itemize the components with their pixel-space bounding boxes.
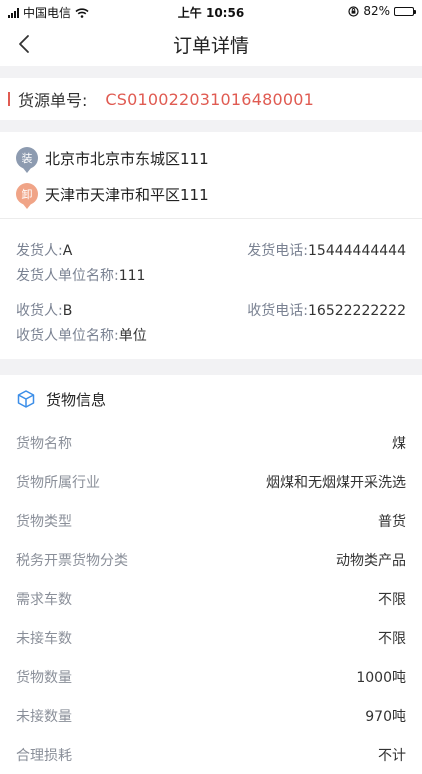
sender-name-field: 发货人:A: [16, 240, 72, 260]
goods-row-label: 货物类型: [16, 513, 72, 530]
goods-row: 合理损耗 不计: [0, 735, 422, 774]
goods-row-label: 货物名称: [16, 435, 72, 452]
receiver-phone-label: 收货电话:: [247, 302, 309, 319]
goods-row: 货物类型 普货: [0, 501, 422, 540]
status-right: 82%: [348, 4, 416, 18]
receiver-name-label: 收货人:: [16, 302, 63, 319]
receiver-unit-label: 收货人单位名称:: [16, 327, 119, 344]
goods-row-value: 普货: [378, 513, 406, 530]
battery-icon: [394, 6, 416, 16]
receiver-name-field: 收货人:B: [16, 300, 72, 320]
goods-row-value: 煤: [392, 435, 406, 452]
receiver-row: 收货人:B 收货电话:16522222222: [16, 297, 406, 322]
load-address: 北京市北京市东城区111: [45, 149, 209, 168]
unload-address: 天津市天津市和平区111: [45, 185, 209, 204]
battery-percent: 82%: [363, 4, 390, 18]
order-number-label: 货源单号:: [18, 91, 88, 110]
sender-phone: 15444444444: [308, 242, 406, 259]
goods-row-label: 合理损耗: [16, 747, 72, 764]
section-gap: [0, 66, 422, 78]
sender-unit: 111: [118, 267, 146, 284]
goods-row: 货物数量 1000吨: [0, 657, 422, 696]
goods-section: 货物信息 货物名称 煤货物所属行业 烟煤和无烟煤开采洗选货物类型 普货税务开票货物分类…: [0, 375, 422, 774]
goods-row: 未接车数 不限: [0, 618, 422, 657]
party-spacer: [16, 287, 406, 297]
goods-row-value: 动物类产品: [336, 552, 406, 569]
load-address-row: 装 北京市北京市东城区111: [16, 140, 422, 176]
goods-row-value: 不限: [378, 591, 406, 608]
orientation-lock-icon: [348, 5, 359, 17]
unload-address-row: 卸 天津市天津市和平区111: [16, 176, 422, 212]
sender-row: 发货人:A 发货电话:15444444444: [16, 237, 406, 262]
goods-row-label: 未接数量: [16, 708, 72, 725]
party-section: 发货人:A 发货电话:15444444444 发货人单位名称:111 收货人:B…: [0, 219, 422, 359]
unload-marker-icon: 卸: [16, 183, 38, 209]
receiver-phone: 16522222222: [308, 302, 406, 319]
goods-row-label: 税务开票货物分类: [16, 552, 128, 569]
goods-title: 货物信息: [46, 390, 107, 409]
goods-row: 未接数量 970吨: [0, 696, 422, 735]
page-title: 订单详情: [172, 34, 249, 57]
goods-row-label: 货物所属行业: [16, 474, 100, 491]
address-section: 装 北京市北京市东城区111 卸 天津市天津市和平区111: [0, 132, 422, 219]
section-gap: [0, 359, 422, 375]
goods-row-value: 1000吨: [356, 669, 406, 686]
goods-row: 货物所属行业 烟煤和无烟煤开采洗选: [0, 462, 422, 501]
sender-phone-label: 发货电话:: [247, 242, 309, 259]
goods-row-value: 970吨: [365, 708, 406, 725]
goods-row: 需求车数 不限: [0, 579, 422, 618]
section-gap: [0, 120, 422, 132]
sender-name-label: 发货人:: [16, 242, 63, 259]
goods-header: 货物信息: [0, 375, 422, 423]
box-icon: [17, 390, 35, 408]
load-marker-icon: 装: [16, 147, 38, 173]
goods-row: 货物名称 煤: [0, 423, 422, 462]
chevron-left-icon: [19, 35, 29, 53]
goods-row-label: 未接车数: [16, 630, 72, 647]
receiver-unit-row: 收货人单位名称:单位: [16, 322, 406, 347]
receiver-unit: 单位: [118, 327, 147, 344]
receiver-phone-field: 收货电话:16522222222: [247, 300, 406, 320]
goods-list: 货物名称 煤货物所属行业 烟煤和无烟煤开采洗选货物类型 普货税务开票货物分类 动物类产品…: [0, 423, 422, 774]
sender-unit-row: 发货人单位名称:111: [16, 262, 406, 287]
goods-row: 税务开票货物分类 动物类产品: [0, 540, 422, 579]
receiver-name: B: [62, 302, 73, 319]
goods-row-label: 货物数量: [16, 669, 72, 686]
status-bar: 中国电信 上午 10:56 82%: [0, 0, 422, 22]
order-number-row: 货源单号: CS010022031016480001: [0, 78, 422, 120]
sender-name: A: [62, 242, 73, 259]
sender-unit-label: 发货人单位名称:: [16, 267, 119, 284]
sender-phone-field: 发货电话:15444444444: [247, 240, 406, 260]
order-number-value: CS010022031016480001: [105, 89, 314, 109]
goods-row-label: 需求车数: [16, 591, 72, 608]
back-button[interactable]: [6, 22, 42, 66]
nav-bar: 订单详情: [0, 22, 422, 66]
goods-row-value: 不限: [378, 630, 406, 647]
goods-row-value: 烟煤和无烟煤开采洗选: [266, 474, 406, 491]
goods-row-value: 不计: [378, 747, 406, 764]
order-number-marker: [8, 92, 10, 106]
